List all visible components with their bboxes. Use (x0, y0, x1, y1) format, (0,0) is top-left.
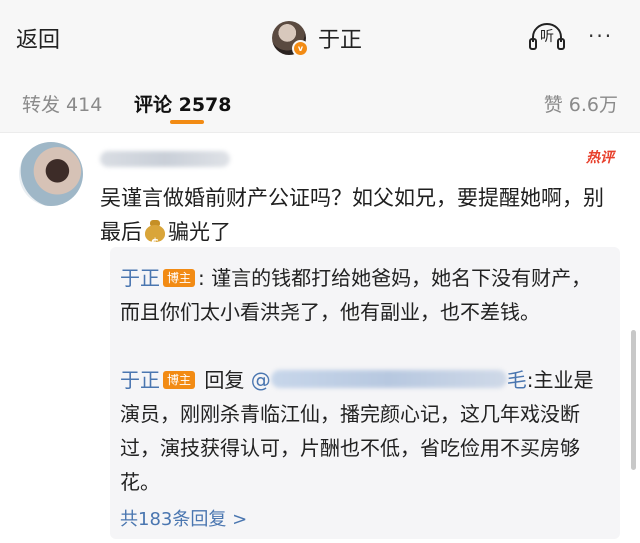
listen-label: 听 (540, 29, 554, 45)
reply-author-name[interactable]: 于正 (120, 368, 160, 392)
commenter-name-blurred[interactable] (100, 151, 230, 167)
tab-comment[interactable]: 评论 2578 (134, 90, 232, 117)
reply-item[interactable]: 于正 博主: 谨言的钱都打给她爸妈，她名下没有财产，而且你们太小看洪尧了，他有副业… (120, 261, 606, 329)
author-badge: 博主 (163, 269, 196, 287)
scrollbar[interactable] (631, 330, 636, 470)
replies-box[interactable]: 于正 博主: 谨言的钱都打给她爸妈，她名下没有财产，而且你们太小看洪尧了，他有副业… (110, 247, 620, 539)
mention-suffix[interactable]: 毛 (507, 368, 527, 392)
reply-word: 回复 (198, 368, 251, 392)
verified-badge-icon: v (292, 40, 309, 57)
author-badge: 博主 (163, 371, 196, 389)
tab-forward[interactable]: 转发 414 (22, 90, 102, 117)
hot-comment-badge: 热评 (586, 150, 614, 166)
reply-item[interactable]: 于正 博主 回复 @ 毛:主业是演员，刚刚杀青临江仙，播完颜心记，这几年戏没断过，演… (120, 363, 606, 499)
author-name[interactable]: 于正 (318, 22, 362, 54)
comment-text-part2: 骗光了 (168, 220, 231, 244)
back-button[interactable]: 返回 (16, 22, 60, 54)
post-tabs: 转发 414 评论 2578 赞 6.6万 (0, 72, 640, 133)
money-bag-icon: $ (144, 219, 166, 250)
comment-text: 吴谨言做婚前财产公证吗？如父如兄，要提醒她啊，别最后 $ 骗光了 (100, 181, 620, 250)
reply-author-name[interactable]: 于正 (120, 266, 160, 290)
mention-name-blurred[interactable] (270, 370, 507, 388)
comment-item: 热评 吴谨言做婚前财产公证吗？如父如兄，要提醒她啊，别最后 $ 骗光了 于正 博主: … (0, 133, 640, 543)
post-author[interactable]: v 于正 (272, 18, 362, 58)
headphones-listen-icon[interactable]: 听 (528, 22, 566, 52)
commenter-avatar[interactable] (19, 142, 83, 206)
more-options-icon[interactable]: ··· (588, 24, 613, 48)
tab-like[interactable]: 赞 6.6万 (544, 90, 618, 117)
view-all-replies-link[interactable]: 共183条回复 > (120, 505, 247, 531)
author-avatar[interactable]: v (272, 21, 309, 57)
active-tab-indicator (170, 120, 204, 124)
mention-prefix[interactable]: @ (251, 368, 271, 392)
top-nav-bar: 返回 v 于正 听 ··· (0, 0, 640, 72)
